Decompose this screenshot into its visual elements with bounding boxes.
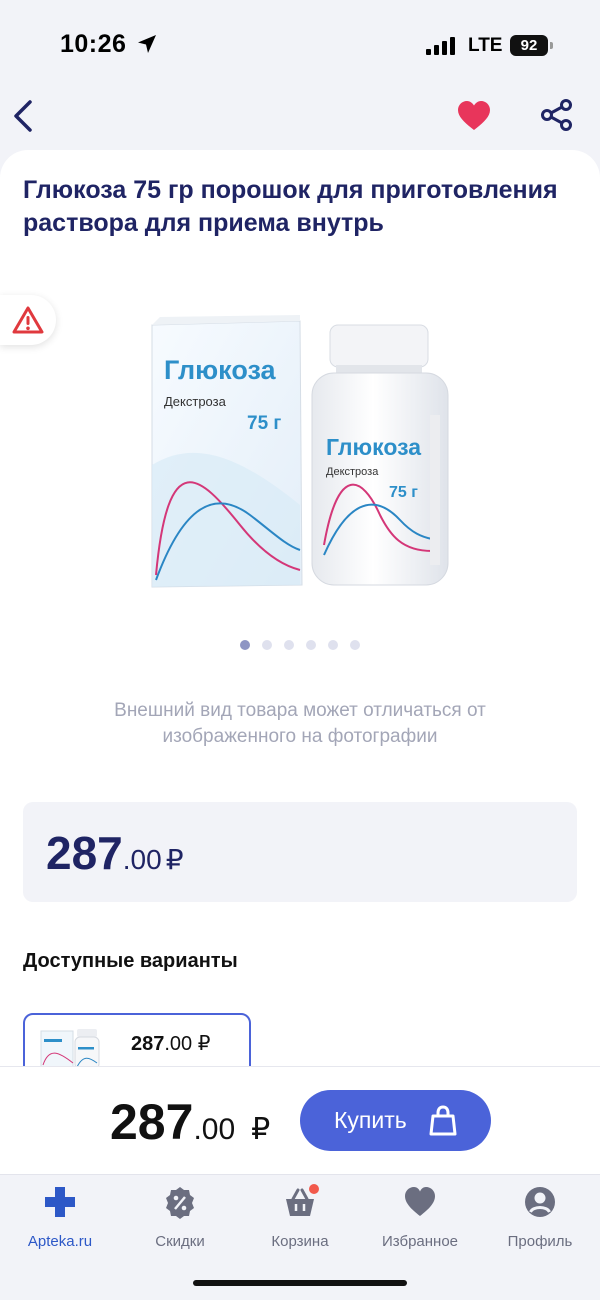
battery-level: 92 bbox=[510, 35, 548, 56]
chevron-left-icon[interactable] bbox=[10, 96, 38, 136]
gallery-dot[interactable] bbox=[350, 640, 360, 650]
price: 287.00 ₽ bbox=[46, 827, 184, 879]
buy-button[interactable]: Купить bbox=[300, 1090, 491, 1151]
tab-label: Избранное bbox=[381, 1233, 459, 1250]
warning-button[interactable] bbox=[0, 295, 56, 345]
variant-price: 287.00 ₽ bbox=[131, 1033, 211, 1055]
box-subtitle-text: Декстроза bbox=[164, 394, 227, 409]
box-brand-text: Глюкоза bbox=[164, 355, 277, 385]
gallery-dot[interactable] bbox=[262, 640, 272, 650]
discount-badge-icon bbox=[166, 1187, 194, 1219]
product-title: Глюкоза 75 гр порошок для приготовления … bbox=[23, 176, 558, 237]
tab-apteka[interactable]: Apteka.ru bbox=[0, 1185, 120, 1255]
plus-cross-icon bbox=[45, 1187, 75, 1217]
tab-cart[interactable]: Корзина bbox=[240, 1182, 360, 1255]
tab-label: Корзина bbox=[271, 1233, 329, 1250]
variant-card[interactable]: 287.00 ₽ bbox=[23, 1013, 251, 1070]
tab-label: Профиль bbox=[507, 1233, 573, 1250]
profile-icon bbox=[525, 1187, 555, 1217]
box-weight-text: 75 г bbox=[247, 413, 281, 434]
network-type: LTE bbox=[468, 35, 503, 56]
share-icon[interactable] bbox=[540, 98, 574, 132]
warning-icon bbox=[12, 306, 44, 334]
variant-thumbnail bbox=[40, 1029, 100, 1069]
heart-icon bbox=[405, 1187, 435, 1216]
gallery-dot[interactable] bbox=[284, 640, 294, 650]
status-bar: 10:26 LTE 92 bbox=[0, 0, 600, 90]
tab-profile[interactable]: Профиль bbox=[480, 1185, 600, 1255]
shopping-bag-icon bbox=[429, 1105, 457, 1136]
gallery-dot[interactable] bbox=[240, 640, 250, 650]
heart-icon[interactable] bbox=[457, 100, 491, 132]
tab-favorites[interactable]: Избранное bbox=[360, 1185, 480, 1255]
gallery-pagination[interactable] bbox=[240, 640, 360, 652]
gallery-dot[interactable] bbox=[306, 640, 316, 650]
battery-icon: 92 bbox=[510, 35, 554, 56]
gallery-dot[interactable] bbox=[328, 640, 338, 650]
tab-discounts[interactable]: Скидки bbox=[120, 1185, 240, 1255]
buy-bar: 287.00 ₽ Купить bbox=[0, 1066, 600, 1174]
bottle-brand-text: Глюкоза bbox=[326, 434, 421, 460]
bottle-weight-text: 75 г bbox=[389, 484, 418, 501]
cellular-signal-icon bbox=[426, 37, 455, 55]
location-arrow-icon bbox=[138, 35, 156, 53]
photo-disclaimer: Внешний вид товара может отличаться от и… bbox=[114, 700, 486, 747]
buy-price: 287.00 ₽ bbox=[110, 1094, 271, 1150]
variants-title: Доступные варианты bbox=[23, 950, 238, 972]
cart-badge bbox=[307, 1182, 321, 1196]
product-card: Глюкоза 75 гр порошок для приготовления … bbox=[0, 150, 600, 1070]
product-image[interactable]: Глюкоза Декстроза 75 г Глюкоза Декстроза… bbox=[140, 315, 460, 595]
status-time: 10:26 bbox=[60, 30, 127, 58]
bottle-subtitle-text: Декстроза bbox=[326, 466, 379, 478]
tab-label: Apteka.ru bbox=[27, 1233, 93, 1250]
price-box: 287.00 ₽ bbox=[23, 802, 577, 902]
tab-label: Скидки bbox=[155, 1233, 205, 1250]
home-indicator bbox=[193, 1280, 407, 1286]
buy-button-label: Купить bbox=[334, 1107, 407, 1133]
